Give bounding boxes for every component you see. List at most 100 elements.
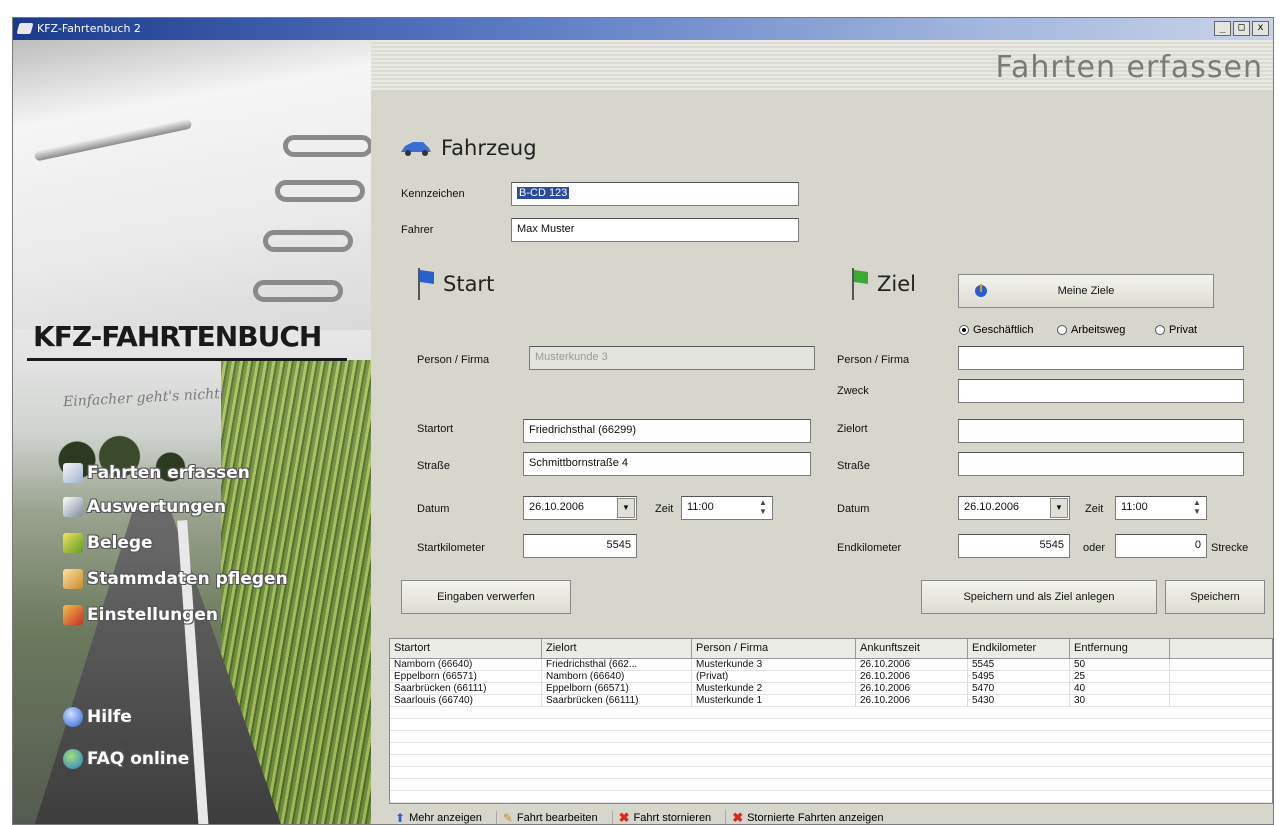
table-cell: 25 [1070, 671, 1170, 683]
table-cell: Musterkunde 1 [692, 695, 856, 707]
kennzeichen-label: Kennzeichen [401, 188, 465, 200]
fahrer-field[interactable]: Max Muster [511, 218, 799, 242]
start-zeit-label: Zeit [655, 503, 674, 515]
strecke-label: Strecke [1211, 542, 1249, 554]
table-row[interactable]: Saarbrücken (66111) Eppelborn (66571) Mu… [390, 683, 1272, 695]
endkilometer-field[interactable]: 5545 [958, 534, 1070, 558]
nav-faq-online[interactable]: FAQ online [63, 746, 189, 772]
nav-belege[interactable]: Belege [63, 530, 153, 556]
table-row[interactable]: Eppelborn (66571) Namborn (66640) (Priva… [390, 671, 1272, 683]
start-person-field[interactable]: Musterkunde 3 [529, 346, 815, 370]
radio-button[interactable] [1057, 325, 1067, 335]
eingaben-verwerfen-button[interactable]: Eingaben verwerfen [401, 580, 571, 614]
nav-fahrten-erfassen[interactable]: Fahrten erfassen [63, 460, 250, 486]
receipt-icon [63, 533, 83, 553]
strecke-field[interactable]: 0 [1115, 534, 1207, 558]
ziel-zeit-field[interactable]: 11:00 ▲ ▼ [1115, 496, 1207, 520]
radio-geschaeftlich[interactable]: Geschäftlich [959, 324, 1034, 336]
maximize-button[interactable]: □ [1233, 21, 1250, 36]
nav-auswertungen[interactable]: Auswertungen [63, 494, 226, 520]
start-datum-field[interactable]: 26.10.2006 ▼ [523, 496, 637, 520]
table-header: Startort Zielort Person / Firma Ankunfts… [390, 639, 1272, 659]
zweck-label: Zweck [837, 385, 869, 397]
logo-underline [27, 358, 347, 361]
ziel-datum-label: Datum [837, 503, 870, 515]
fahrt-stornieren-button[interactable]: ✖ Fahrt stornieren [613, 810, 727, 825]
meine-ziele-button[interactable]: Meine Ziele [958, 274, 1214, 308]
start-strasse-label: Straße [417, 460, 451, 472]
stornierte-fahrten-anzeigen-button[interactable]: ✖ Stornierte Fahrten anzeigen [726, 810, 897, 824]
ziel-person-label: Person / Firma [837, 354, 910, 366]
startkilometer-field[interactable]: 5545 [523, 534, 637, 558]
spinner-icon[interactable]: ▲ ▼ [755, 498, 771, 518]
zweck-field[interactable] [958, 379, 1244, 403]
arrow-up-icon: ⬆ [395, 811, 406, 825]
table-cell: 40 [1070, 683, 1170, 695]
column-header-entfernung[interactable]: Entfernung [1070, 639, 1170, 658]
window-controls: _ □ x [1214, 21, 1269, 36]
start-strasse-field[interactable]: Schmittbornstraße 4 [523, 452, 811, 476]
app-window: KFZ-Fahrtenbuch 2 _ □ x KFZ-FAHRTENBUCH … [12, 17, 1274, 825]
table-cell: Eppelborn (66571) [542, 683, 692, 695]
nav-einstellungen[interactable]: Einstellungen [63, 602, 218, 628]
table-cell: Saarbrücken (66111) [542, 695, 692, 707]
minimize-button[interactable]: _ [1214, 21, 1231, 36]
table-cell: 26.10.2006 [856, 695, 968, 707]
column-header-endkilometer[interactable]: Endkilometer [968, 639, 1070, 658]
start-zeit-field[interactable]: 11:00 ▲ ▼ [681, 496, 773, 520]
delete-x-icon: ✖ [618, 810, 630, 825]
startort-label: Startort [417, 423, 454, 435]
chevron-down-icon[interactable]: ▼ [1050, 498, 1068, 518]
kennzeichen-field[interactable]: B-CD 123 [511, 182, 799, 206]
app-icon [16, 23, 34, 34]
table-row[interactable]: Saarlouis (66740) Saarbrücken (66111) Mu… [390, 695, 1272, 707]
column-header-startort[interactable]: Startort [390, 639, 542, 658]
page-title: Fahrten erfassen [995, 50, 1263, 85]
table-cell: Saarlouis (66740) [390, 695, 542, 707]
table-cell: 5470 [968, 683, 1070, 695]
radio-button-selected[interactable] [959, 325, 969, 335]
startkilometer-label: Startkilometer [417, 542, 485, 554]
column-header-zielort[interactable]: Zielort [542, 639, 692, 658]
blue-flag-icon [418, 268, 434, 300]
nav-hilfe[interactable]: Hilfe [63, 704, 132, 730]
column-header-ankunftszeit[interactable]: Ankunftszeit [856, 639, 968, 658]
table-cell: 5495 [968, 671, 1070, 683]
ziel-datum-field[interactable]: 26.10.2006 ▼ [958, 496, 1070, 520]
table-cell: Friedrichsthal (662... [542, 659, 692, 671]
table-cell: Namborn (66640) [390, 659, 542, 671]
ziel-person-field[interactable] [958, 346, 1244, 370]
radio-button[interactable] [1155, 325, 1165, 335]
title-bar[interactable]: KFZ-Fahrtenbuch 2 _ □ x [13, 18, 1273, 40]
speichern-button[interactable]: Speichern [1165, 580, 1265, 614]
table-cell: 5545 [968, 659, 1070, 671]
column-header-person[interactable]: Person / Firma [692, 639, 856, 658]
folder-icon [63, 569, 83, 589]
speichern-und-ziel-anlegen-button[interactable]: Speichern und als Ziel anlegen [921, 580, 1157, 614]
startort-field[interactable]: Friedrichsthal (66299) [523, 419, 811, 443]
spinner-icon[interactable]: ▲ ▼ [1189, 498, 1205, 518]
table-cell: Saarbrücken (66111) [390, 683, 542, 695]
help-icon [63, 707, 83, 727]
start-datum-label: Datum [417, 503, 450, 515]
chevron-down-icon[interactable]: ▼ [617, 498, 635, 518]
table-row[interactable]: Namborn (66640) Friedrichsthal (662... M… [390, 659, 1272, 671]
ziel-zeit-label: Zeit [1085, 503, 1104, 515]
zielort-label: Zielort [837, 423, 868, 435]
section-start: Start [417, 268, 494, 300]
table-cell: (Privat) [692, 671, 856, 683]
oder-label: oder [1083, 542, 1106, 554]
zielort-field[interactable] [958, 419, 1244, 443]
fahrten-table: Startort Zielort Person / Firma Ankunfts… [389, 638, 1273, 804]
radio-arbeitsweg[interactable]: Arbeitsweg [1057, 324, 1125, 336]
radio-privat[interactable]: Privat [1155, 324, 1197, 336]
ring-binder-illustration [283, 135, 371, 157]
ziel-strasse-label: Straße [837, 460, 871, 472]
ziel-strasse-field[interactable] [958, 452, 1244, 476]
window-title: KFZ-Fahrtenbuch 2 [37, 22, 141, 35]
nav-stammdaten-pflegen[interactable]: Stammdaten pflegen [63, 566, 288, 592]
fahrt-bearbeiten-button[interactable]: ✎ Fahrt bearbeiten [497, 811, 613, 824]
mehr-anzeigen-button[interactable]: ⬆ Mehr anzeigen [389, 811, 497, 825]
ring-binder-illustration [253, 280, 343, 302]
close-button[interactable]: x [1252, 21, 1269, 36]
